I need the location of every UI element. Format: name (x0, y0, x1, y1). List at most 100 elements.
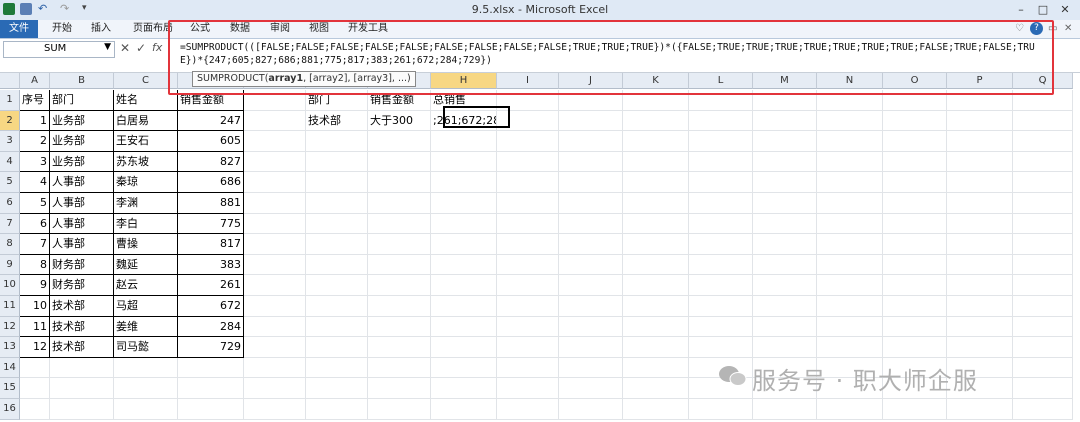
cell-o9[interactable] (883, 254, 947, 276)
column-header-b[interactable]: B (50, 73, 114, 89)
row-header-4[interactable]: 4 (0, 151, 20, 173)
row-header-13[interactable]: 13 (0, 337, 20, 358)
cell-f10[interactable] (306, 275, 368, 296)
cell-e10[interactable] (244, 275, 306, 296)
cell-l3[interactable] (689, 131, 753, 152)
cell-j16[interactable] (559, 399, 623, 420)
table-cell[interactable]: 261 (178, 275, 244, 296)
close-icon[interactable]: ✕ (1054, 2, 1076, 17)
cell-d16[interactable] (178, 399, 244, 420)
table-cell[interactable]: 业务部 (50, 110, 114, 132)
row-header-9[interactable]: 9 (0, 254, 20, 276)
table-cell[interactable]: 4 (20, 172, 50, 193)
table-cell[interactable]: 10 (20, 296, 50, 317)
cell-q15[interactable] (1013, 378, 1073, 399)
cell-m8[interactable] (753, 234, 817, 255)
cell-n11[interactable] (817, 296, 883, 317)
cell-d14[interactable] (178, 357, 244, 379)
cell-p9[interactable] (947, 254, 1013, 276)
cell-l16[interactable] (689, 399, 753, 420)
cell-p7[interactable] (947, 213, 1013, 235)
column-header-a[interactable]: A (20, 73, 50, 89)
cell-i13[interactable] (497, 337, 559, 358)
cell-h10[interactable] (431, 275, 497, 296)
cell-p8[interactable] (947, 234, 1013, 255)
cell-k2[interactable] (623, 110, 689, 132)
cell-p16[interactable] (947, 399, 1013, 420)
row-header-16[interactable]: 16 (0, 399, 20, 420)
cell-m9[interactable] (753, 254, 817, 276)
cancel-icon[interactable]: ✕ (120, 41, 130, 55)
cell-f11[interactable] (306, 296, 368, 317)
cell-o12[interactable] (883, 316, 947, 338)
table-cell[interactable]: 业务部 (50, 131, 114, 152)
table-cell[interactable]: 6 (20, 213, 50, 235)
cell-a14[interactable] (20, 357, 50, 379)
cell-q12[interactable] (1013, 316, 1073, 338)
cell-h15[interactable] (431, 378, 497, 399)
active-cell-h2[interactable] (443, 106, 510, 128)
maximize-icon[interactable]: □ (1032, 2, 1054, 17)
cell-i10[interactable] (497, 275, 559, 296)
cell-k16[interactable] (623, 399, 689, 420)
cell-m12[interactable] (753, 316, 817, 338)
cell-n5[interactable] (817, 172, 883, 193)
cell-c14[interactable] (114, 357, 178, 379)
cell-g14[interactable] (368, 357, 431, 379)
cell-p13[interactable] (947, 337, 1013, 358)
cell-e14[interactable] (244, 357, 306, 379)
cell-q11[interactable] (1013, 296, 1073, 317)
cell-l10[interactable] (689, 275, 753, 296)
insert-function-icon[interactable]: fx (152, 41, 162, 54)
cell-n10[interactable] (817, 275, 883, 296)
table-cell[interactable]: 827 (178, 151, 244, 173)
cell-i6[interactable] (497, 193, 559, 214)
cell-j11[interactable] (559, 296, 623, 317)
cell-k7[interactable] (623, 213, 689, 235)
table-cell[interactable]: 王安石 (114, 131, 178, 152)
table-cell[interactable]: 1 (20, 110, 50, 132)
cell-q6[interactable] (1013, 193, 1073, 214)
cell-d15[interactable] (178, 378, 244, 399)
cell-i12[interactable] (497, 316, 559, 338)
row-header-14[interactable]: 14 (0, 357, 20, 379)
cell-n7[interactable] (817, 213, 883, 235)
cell-q10[interactable] (1013, 275, 1073, 296)
chevron-down-icon[interactable]: ▼ (104, 42, 111, 52)
cell-k5[interactable] (623, 172, 689, 193)
cell-o6[interactable] (883, 193, 947, 214)
cell-e9[interactable] (244, 254, 306, 276)
minimize-icon[interactable]: – (1010, 2, 1032, 17)
table-cell[interactable]: 财务部 (50, 275, 114, 296)
cell-e2[interactable] (244, 110, 306, 132)
cell-e6[interactable] (244, 193, 306, 214)
cell-p11[interactable] (947, 296, 1013, 317)
cell-a16[interactable] (20, 399, 50, 420)
cell-e15[interactable] (244, 378, 306, 399)
row-header-6[interactable]: 6 (0, 193, 20, 214)
cell-n6[interactable] (817, 193, 883, 214)
table-cell[interactable]: 姜维 (114, 316, 178, 338)
cell-j3[interactable] (559, 131, 623, 152)
row-header-11[interactable]: 11 (0, 296, 20, 317)
cell-l2[interactable] (689, 110, 753, 132)
table-cell[interactable]: 284 (178, 316, 244, 338)
cell-n9[interactable] (817, 254, 883, 276)
cell-p12[interactable] (947, 316, 1013, 338)
cell-j14[interactable] (559, 357, 623, 379)
cell-l13[interactable] (689, 337, 753, 358)
table-cell[interactable]: 383 (178, 254, 244, 276)
table-cell[interactable]: 881 (178, 193, 244, 214)
cell-i8[interactable] (497, 234, 559, 255)
table-cell[interactable]: 8 (20, 254, 50, 276)
cell-n3[interactable] (817, 131, 883, 152)
tab-home[interactable]: 开始 (52, 20, 72, 38)
cell-i4[interactable] (497, 151, 559, 173)
cell-g15[interactable] (368, 378, 431, 399)
cell-j7[interactable] (559, 213, 623, 235)
table-cell[interactable]: 苏东坡 (114, 151, 178, 173)
table-cell[interactable]: 686 (178, 172, 244, 193)
cell-i9[interactable] (497, 254, 559, 276)
cell-h6[interactable] (431, 193, 497, 214)
row-header-15[interactable]: 15 (0, 378, 20, 399)
